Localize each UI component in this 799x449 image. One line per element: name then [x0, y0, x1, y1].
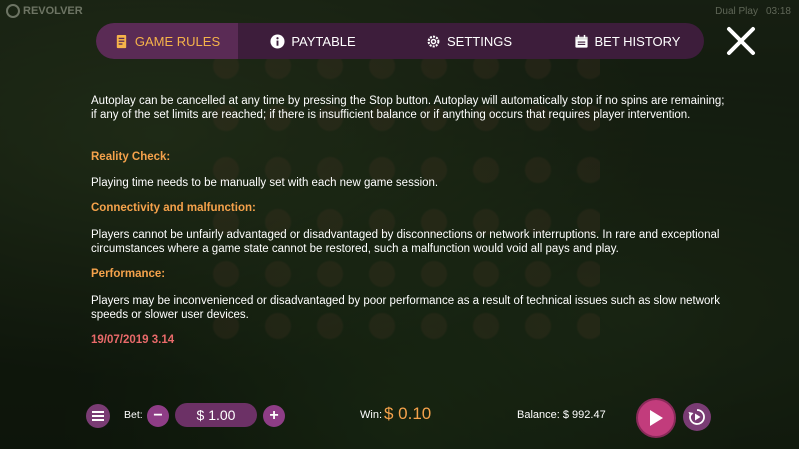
- autoplay-icon: [688, 409, 705, 425]
- reality-check-paragraph: Playing time needs to be manually set wi…: [91, 177, 439, 189]
- close-icon: [727, 27, 755, 55]
- status-bar: Dual Play 03:18: [715, 6, 791, 17]
- tab-paytable[interactable]: PAYTABLE: [238, 23, 388, 59]
- hamburger-icon: [92, 411, 104, 421]
- close-button[interactable]: [724, 24, 758, 58]
- document-icon: [116, 34, 127, 48]
- bet-label: Bet:: [124, 409, 143, 421]
- logo-icon: [6, 4, 20, 18]
- performance-paragraph: Players may be inconvenienced or disadva…: [91, 295, 721, 321]
- win-value: $ 0.10: [384, 404, 432, 423]
- bottom-bar: Bet: − $ 1.00 + Win: $ 0.10 Balance: $ 9…: [0, 391, 799, 449]
- tab-game-rules[interactable]: GAME RULES: [96, 23, 238, 59]
- menu-button[interactable]: [86, 404, 110, 428]
- bet-increase-button[interactable]: +: [263, 405, 285, 427]
- info-tabbar: GAME RULES PAYTABLE SETTINGS BET HISTORY: [96, 23, 704, 59]
- bet-amount-field[interactable]: $ 1.00: [175, 403, 257, 427]
- version-stamp: 19/07/2019 3.14: [91, 334, 175, 346]
- tab-label: GAME RULES: [134, 33, 221, 49]
- info-icon: [270, 33, 285, 49]
- bet-decrease-button[interactable]: −: [147, 405, 169, 427]
- tab-label: BET HISTORY: [594, 33, 681, 49]
- brand-logo: REVOLVER: [6, 4, 83, 18]
- tab-label: SETTINGS: [446, 33, 512, 49]
- spin-button[interactable]: [636, 398, 676, 438]
- win-label: Win:: [360, 409, 382, 421]
- clock: 03:18: [765, 6, 791, 17]
- autoplay-button[interactable]: [683, 403, 711, 431]
- modal-overlay: [0, 0, 799, 449]
- tab-label: PAYTABLE: [291, 33, 356, 49]
- autoplay-paragraph: Autoplay can be cancelled at any time by…: [91, 95, 725, 121]
- tab-settings[interactable]: SETTINGS: [388, 23, 550, 59]
- connectivity-heading: Connectivity and malfunction:: [91, 202, 256, 214]
- tab-bet-history[interactable]: BET HISTORY: [550, 23, 704, 59]
- plus-icon: +: [269, 407, 279, 424]
- reality-check-heading: Reality Check:: [91, 151, 171, 163]
- gear-icon: [427, 35, 440, 47]
- play-icon: [650, 410, 663, 426]
- brand-name: REVOLVER: [23, 5, 83, 17]
- calendar-icon: [574, 34, 588, 48]
- minus-icon: −: [153, 407, 163, 424]
- balance-display: Balance: $ 992.47: [517, 409, 606, 421]
- performance-heading: Performance:: [91, 268, 166, 280]
- connectivity-paragraph: Players cannot be unfairly advantaged or…: [91, 229, 720, 255]
- status-left: Dual Play: [715, 6, 758, 17]
